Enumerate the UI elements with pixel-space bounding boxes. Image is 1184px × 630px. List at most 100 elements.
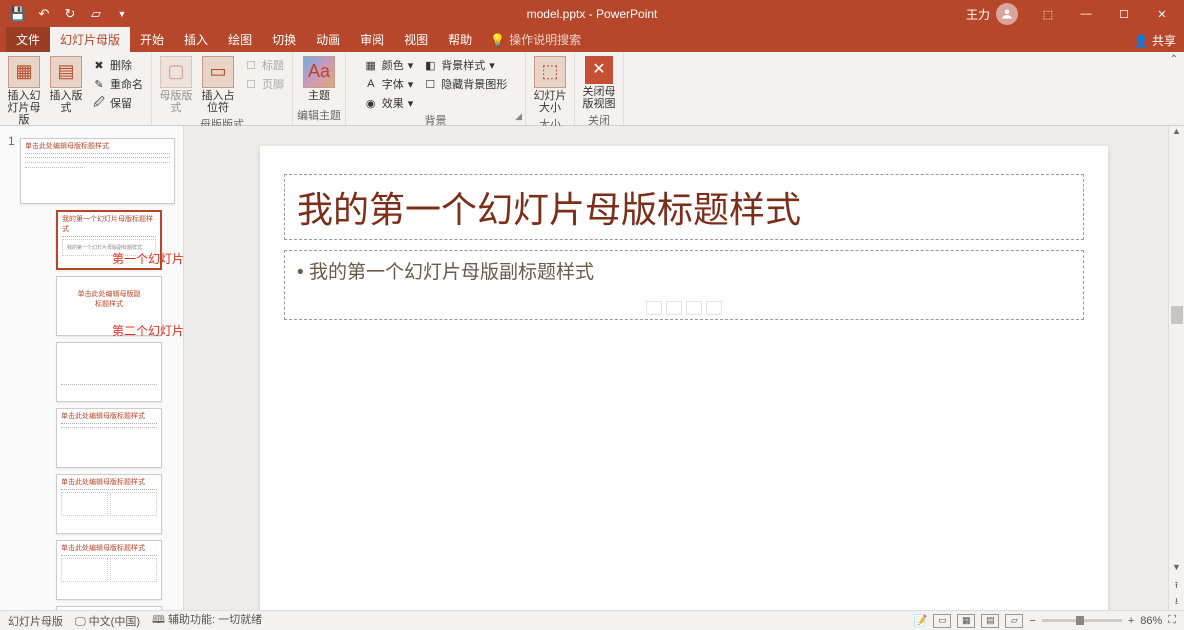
layout-thumbnail-3[interactable]: [56, 342, 162, 402]
background-styles-dropdown[interactable]: ◧背景样式 ▾: [419, 56, 511, 74]
slide-canvas[interactable]: 我的第一个幻灯片母版标题样式 我的第一个幻灯片母版副标题样式: [260, 146, 1108, 614]
zoom-out-button[interactable]: −: [1029, 615, 1035, 627]
fit-to-window-button[interactable]: ⛶: [1168, 614, 1176, 627]
accessibility-indicator[interactable]: 🕮 辅助功能: 一切就绪: [152, 611, 262, 630]
slide-size-button[interactable]: ⬚ 幻灯片大小: [530, 54, 570, 116]
view-tab[interactable]: 视图: [394, 27, 438, 52]
preserve-icon: 🖉: [92, 96, 106, 110]
title-checkbox[interactable]: ☐标题: [240, 56, 288, 74]
draw-tab[interactable]: 绘图: [218, 27, 262, 52]
slide-master-icon: ▦: [8, 56, 40, 88]
layout-thumb-title: 单击此处编辑母版标题样式: [61, 543, 157, 556]
scrollbar-thumb[interactable]: [1171, 306, 1183, 324]
slideshow-view-button[interactable]: ▱: [1005, 614, 1023, 628]
layout-thumbnail-4[interactable]: 单击此处编辑母版标题样式: [56, 408, 162, 468]
share-button[interactable]: 👤 共享: [1134, 32, 1176, 49]
slide-size-icon: ⬚: [534, 56, 566, 88]
reading-view-button[interactable]: ▤: [981, 614, 999, 628]
layout-icon: ▤: [50, 56, 82, 88]
master-thumbnail[interactable]: 单击此处编辑母版标题样式: [20, 138, 175, 204]
subtitle-placeholder[interactable]: 我的第一个幻灯片母版副标题样式: [284, 250, 1084, 320]
table-icon[interactable]: [646, 301, 662, 315]
maximize-button[interactable]: ☐: [1106, 0, 1142, 28]
user-avatar[interactable]: [996, 3, 1018, 25]
layout-thumbnail-5[interactable]: 单击此处编辑母版标题样式: [56, 474, 162, 534]
footers-checkbox[interactable]: ☐页脚: [240, 75, 288, 93]
effects-dropdown[interactable]: ◉效果 ▾: [360, 94, 418, 112]
scroll-down-button[interactable]: ▼: [1169, 562, 1184, 578]
bg-styles-icon: ◧: [423, 58, 437, 72]
fonts-dropdown[interactable]: A字体 ▾: [360, 75, 418, 93]
home-tab[interactable]: 开始: [130, 27, 174, 52]
checkbox-icon: ☐: [244, 77, 258, 91]
master-layout-button[interactable]: ▢ 母版版式: [156, 54, 196, 116]
lightbulb-icon: 💡: [490, 33, 505, 47]
collapse-ribbon-button[interactable]: ⌃: [1170, 54, 1178, 65]
fonts-icon: A: [364, 77, 378, 91]
edit-master-group: ▦ 插入幻灯片母版 ▤ 插入版式 ✖删除 ✎重命名 🖉保留 编辑母版: [0, 52, 152, 125]
hide-bg-graphics-checkbox[interactable]: ☐隐藏背景图形: [419, 75, 511, 93]
tell-me-search[interactable]: 💡 操作说明搜索: [482, 27, 589, 52]
ribbon-tabs: 文件 幻灯片母版 开始 插入 绘图 切换 动画 审阅 视图 帮助 💡 操作说明搜…: [0, 28, 1184, 52]
title-placeholder-text: 我的第一个幻灯片母版标题样式: [297, 181, 1071, 233]
close-window-button[interactable]: ✕: [1144, 0, 1180, 28]
language-indicator[interactable]: 🖵 中文(中国): [75, 613, 140, 629]
minimize-button[interactable]: —: [1068, 0, 1104, 28]
effects-icon: ◉: [364, 96, 378, 110]
delete-button[interactable]: ✖删除: [88, 56, 147, 74]
normal-view-button[interactable]: ▭: [933, 614, 951, 628]
insert-slide-master-button[interactable]: ▦ 插入幻灯片母版: [4, 54, 44, 128]
status-bar: 幻灯片母版 🖵 中文(中国) 🕮 辅助功能: 一切就绪 📝 ▭ ▦ ▤ ▱ − …: [0, 610, 1184, 630]
zoom-slider[interactable]: [1042, 619, 1122, 622]
scroll-up-button[interactable]: ▲: [1169, 126, 1184, 142]
title-placeholder[interactable]: 我的第一个幻灯片母版标题样式: [284, 174, 1084, 240]
themes-button[interactable]: Aa 主题: [299, 54, 339, 104]
layout-thumb-title: 我的第一个幻灯片母版标题样式: [62, 214, 156, 237]
video-icon[interactable]: [706, 301, 722, 315]
qat-customize-dropdown[interactable]: ▼: [112, 4, 132, 24]
close-master-view-button[interactable]: ✕ 关闭母版视图: [579, 54, 619, 112]
chart-icon[interactable]: [666, 301, 682, 315]
prev-slide-button[interactable]: ⭱: [1169, 578, 1184, 594]
size-group: ⬚ 幻灯片大小 大小: [526, 52, 575, 125]
subtitle-placeholder-text: 我的第一个幻灯片母版副标题样式: [297, 257, 1071, 284]
notes-button[interactable]: 📝: [914, 614, 928, 627]
animations-tab[interactable]: 动画: [306, 27, 350, 52]
file-tab[interactable]: 文件: [6, 27, 50, 52]
next-slide-button[interactable]: ⭳: [1169, 594, 1184, 610]
zoom-slider-handle[interactable]: [1076, 616, 1084, 625]
transitions-tab[interactable]: 切换: [262, 27, 306, 52]
title-bar: 💾 ↶ ↻ ▱ ▼ model.pptx - PowerPoint 王力 ⬚ —…: [0, 0, 1184, 28]
ribbon-display-options[interactable]: ⬚: [1030, 0, 1066, 28]
rename-button[interactable]: ✎重命名: [88, 75, 147, 93]
master-thumb-title: 单击此处编辑母版标题样式: [25, 141, 170, 154]
checkbox-icon: ☐: [423, 77, 437, 91]
colors-dropdown[interactable]: ▦颜色 ▾: [360, 56, 418, 74]
undo-button[interactable]: ↶: [34, 4, 54, 24]
slide-master-tab[interactable]: 幻灯片母版: [50, 27, 130, 52]
vertical-scrollbar[interactable]: ▲ ▼ ⭱ ⭳: [1168, 126, 1184, 610]
layout-thumbnail-6[interactable]: 单击此处编辑母版标题样式: [56, 540, 162, 600]
background-group: ▦颜色 ▾ A字体 ▾ ◉效果 ▾ ◧背景样式 ▾ ☐隐藏背景图形 背景 ◢: [346, 52, 526, 125]
insert-tab[interactable]: 插入: [174, 27, 218, 52]
redo-button[interactable]: ↻: [60, 4, 80, 24]
thumbnail-panel[interactable]: 1 单击此处编辑母版标题样式 我的第一个幻灯片母版标题样式 我的第一个幻灯片母版…: [0, 126, 184, 610]
title-bar-right: 王力 ⬚ — ☐ ✕: [966, 0, 1184, 28]
status-view-name: 幻灯片母版: [8, 613, 63, 629]
review-tab[interactable]: 审阅: [350, 27, 394, 52]
insert-placeholder-button[interactable]: ▭ 插入占位符: [198, 54, 238, 116]
picture-icon[interactable]: [686, 301, 702, 315]
tell-me-placeholder: 操作说明搜索: [509, 31, 581, 48]
help-tab[interactable]: 帮助: [438, 27, 482, 52]
zoom-in-button[interactable]: +: [1128, 615, 1134, 627]
slide-sorter-view-button[interactable]: ▦: [957, 614, 975, 628]
insert-layout-button[interactable]: ▤ 插入版式: [46, 54, 86, 116]
start-from-beginning-button[interactable]: ▱: [86, 4, 106, 24]
background-dialog-launcher[interactable]: ◢: [515, 111, 522, 122]
zoom-value[interactable]: 86%: [1140, 615, 1162, 627]
ribbon: ▦ 插入幻灯片母版 ▤ 插入版式 ✖删除 ✎重命名 🖉保留 编辑母版 ▢ 母版版…: [0, 52, 1184, 126]
slide-editor[interactable]: 我的第一个幻灯片母版标题样式 我的第一个幻灯片母版副标题样式: [184, 126, 1184, 610]
preserve-button[interactable]: 🖉保留: [88, 94, 147, 112]
content-placeholder-icons: [646, 301, 722, 315]
save-button[interactable]: 💾: [8, 4, 28, 24]
